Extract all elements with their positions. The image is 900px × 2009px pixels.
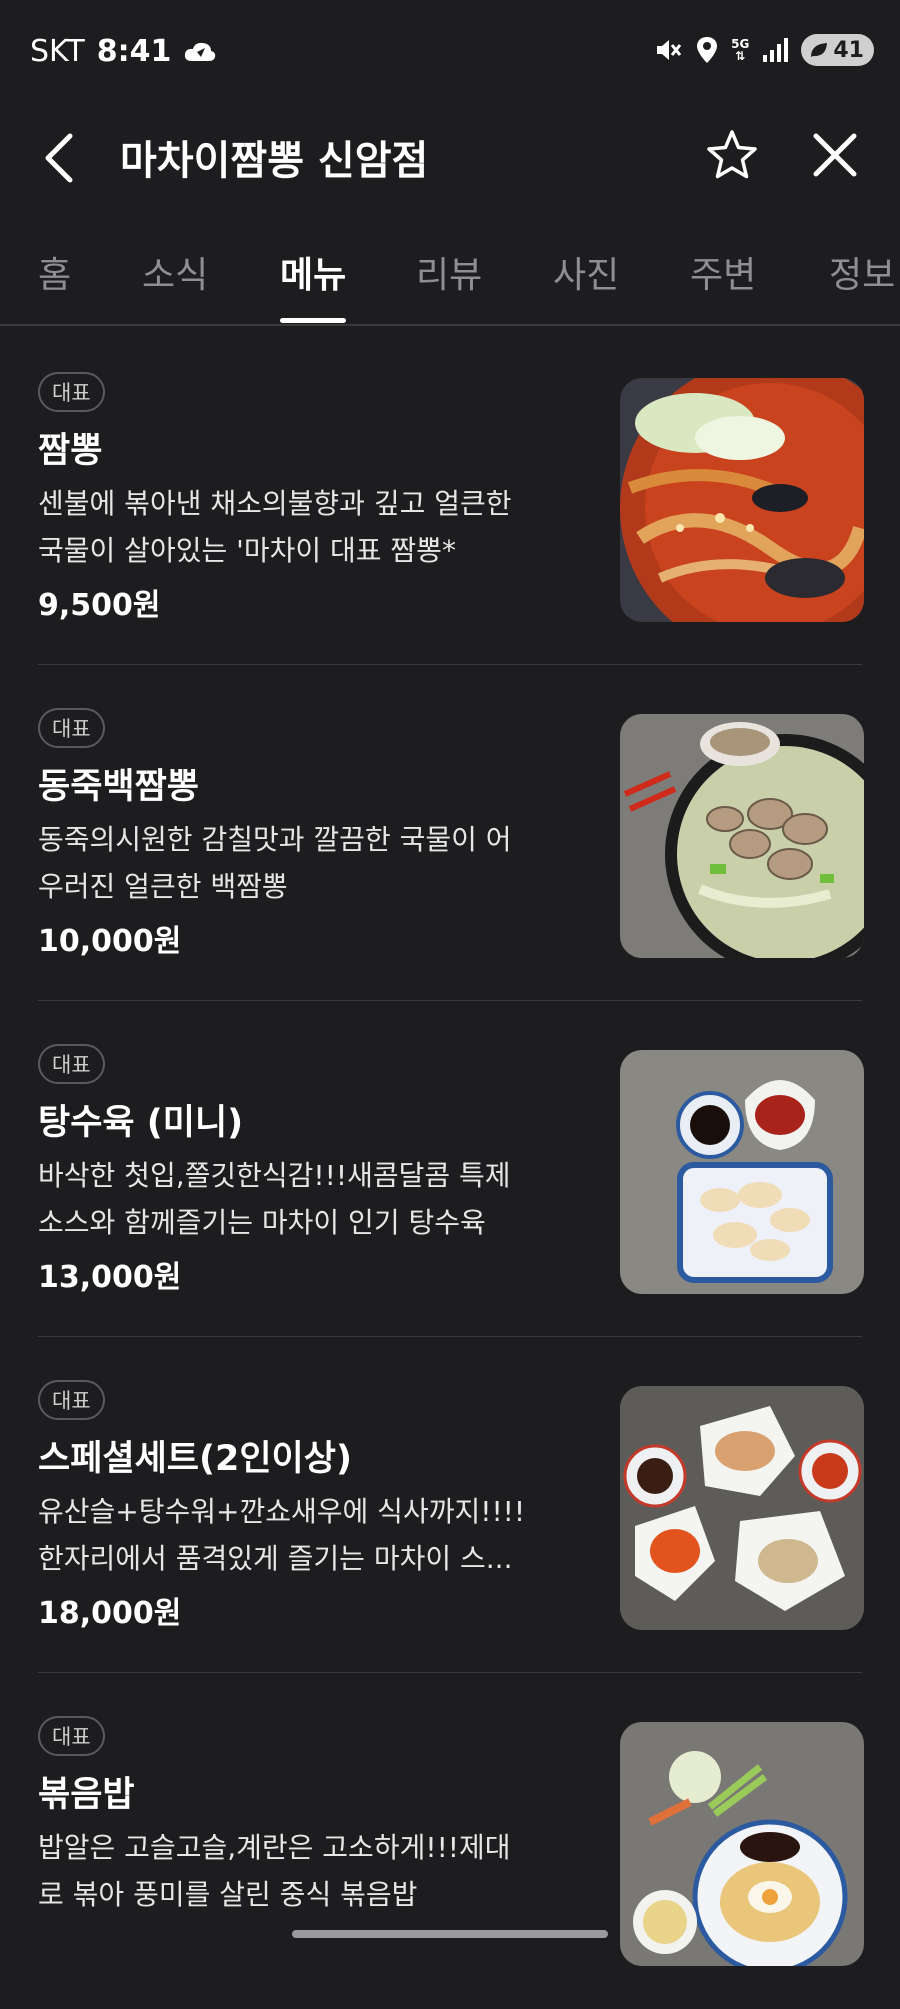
menu-item-description: 동죽의시원한 감칠맛과 깔끔한 국물이 어 우러진 얼큰한 백짬뽕 — [38, 816, 588, 910]
menu-item-price: 10,000원 — [38, 924, 182, 959]
description-line: 유산슬+탕수워+깐쇼새우에 식사까지!!!! — [38, 1495, 526, 1528]
description-line: 센불에 볶아낸 채소의불향과 깊고 얼큰한 — [38, 487, 512, 520]
menu-item-name: 스페셜세트(2인이상) — [38, 1439, 352, 1479]
menu-item-name: 동죽백짬뽕 — [38, 767, 200, 807]
signature-badge: 대표 — [38, 1044, 105, 1084]
status-bar: SKT 8:41 5G ⇅ 41 — [0, 0, 900, 110]
description-line: 한자리에서 품격있게 즐기는 마차이 스... — [38, 1542, 513, 1575]
battery-level: 41 — [833, 37, 864, 63]
menu-item-name: 탕수육 (미니) — [38, 1103, 244, 1143]
location-icon — [697, 37, 718, 63]
home-indicator[interactable] — [292, 1930, 608, 1938]
tab-home[interactable]: 홈 — [38, 246, 71, 298]
divider — [38, 1000, 862, 1001]
tab-menu[interactable]: 메뉴 — [280, 246, 346, 298]
status-right: 5G ⇅ 41 — [653, 34, 874, 66]
description-line: 우러진 얼큰한 백짬뽕 — [38, 870, 288, 903]
menu-item-price: 18,000원 — [38, 1596, 182, 1631]
clam-white-jjamppong-photo[interactable] — [620, 714, 864, 958]
status-left: SKT 8:41 — [30, 34, 217, 69]
tab-nearby[interactable]: 주변 — [690, 246, 756, 298]
tangsuyuk-photo[interactable] — [620, 1050, 864, 1294]
menu-item-price: 9,500원 — [38, 588, 161, 623]
fried-rice-photo[interactable] — [620, 1722, 864, 1966]
menu-item-name: 볶음밥 — [38, 1775, 135, 1815]
description-line: 소스와 함께즐기는 마차이 인기 탕수육 — [38, 1206, 486, 1239]
data-arrows-icon: ⇅ — [735, 49, 746, 63]
carrier-label: SKT — [30, 34, 85, 69]
divider — [38, 1672, 862, 1673]
active-tab-indicator — [280, 318, 346, 323]
description-line: 동죽의시원한 감칠맛과 깔끔한 국물이 어 — [38, 823, 512, 856]
description-line: 로 볶아 풍미를 살린 중식 볶음밥 — [38, 1878, 418, 1911]
weather-cloud-icon — [185, 42, 216, 61]
tab-photos[interactable]: 사진 — [553, 246, 619, 298]
menu-item-description: 센불에 볶아낸 채소의불향과 깊고 얼큰한 국물이 살아있는 '마차이 대표 짬… — [38, 480, 588, 574]
signature-badge: 대표 — [38, 372, 105, 412]
tab-reviews[interactable]: 리뷰 — [416, 246, 482, 298]
menu-item-description: 바삭한 첫입,쫄깃한식감!!!새콤달콤 특제 소스와 함께즐기는 마차이 인기 … — [38, 1152, 588, 1246]
leaf-icon — [811, 43, 828, 57]
menu-item[interactable]: 대표 볶음밥 밥알은 고슬고슬,계란은 고소하게!!!제대 로 볶아 풍미를 살… — [38, 1674, 864, 2009]
tab-news[interactable]: 소식 — [142, 246, 208, 298]
divider — [38, 664, 862, 665]
signature-badge: 대표 — [38, 1716, 105, 1756]
tab-bar: 홈 소식 메뉴 리뷰 사진 주변 정보 — [0, 230, 900, 326]
signal-icon — [763, 38, 789, 62]
description-line: 밥알은 고슬고슬,계란은 고소하게!!!제대 — [38, 1831, 511, 1864]
signature-badge: 대표 — [38, 708, 105, 748]
network-indicator: 5G ⇅ — [731, 38, 749, 62]
description-line: 바삭한 첫입,쫄깃한식감!!!새콤달콤 특제 — [38, 1159, 511, 1192]
menu-item[interactable]: 대표 동죽백짬뽕 동죽의시원한 감칠맛과 깔끔한 국물이 어 우러진 얼큰한 백… — [38, 666, 864, 1001]
header: 마차이짬뽕 신암점 — [0, 110, 900, 202]
menu-item-name: 짬뽕 — [38, 431, 103, 471]
menu-item-description: 유산슬+탕수워+깐쇼새우에 식사까지!!!! 한자리에서 품격있게 즐기는 마차… — [38, 1488, 588, 1582]
mute-icon — [657, 40, 682, 60]
menu-item[interactable]: 대표 탕수육 (미니) 바삭한 첫입,쫄깃한식감!!!새콤달콤 특제 소스와 함… — [38, 1002, 864, 1337]
special-set-photo[interactable] — [620, 1386, 864, 1630]
page-title: 마차이짬뽕 신암점 — [120, 138, 429, 184]
menu-item-price: 13,000원 — [38, 1260, 182, 1295]
battery-indicator: 41 — [801, 34, 874, 66]
clock: 8:41 — [96, 34, 172, 69]
menu-item[interactable]: 대표 짬뽕 센불에 볶아낸 채소의불향과 깊고 얼큰한 국물이 살아있는 '마차… — [38, 330, 864, 665]
divider — [38, 1336, 862, 1337]
description-line: 국물이 살아있는 '마차이 대표 짬뽕* — [38, 534, 456, 567]
star-favorite-icon[interactable] — [705, 128, 759, 182]
back-arrow-icon[interactable] — [40, 130, 80, 186]
signature-badge: 대표 — [38, 1380, 105, 1420]
jjamppong-photo[interactable] — [620, 378, 864, 622]
close-icon[interactable] — [810, 130, 860, 180]
tab-info[interactable]: 정보 — [829, 246, 895, 298]
menu-item[interactable]: 대표 스페셜세트(2인이상) 유산슬+탕수워+깐쇼새우에 식사까지!!!! 한자… — [38, 1338, 864, 1673]
menu-item-description: 밥알은 고슬고슬,계란은 고소하게!!!제대 로 볶아 풍미를 살린 중식 볶음… — [38, 1824, 588, 1918]
